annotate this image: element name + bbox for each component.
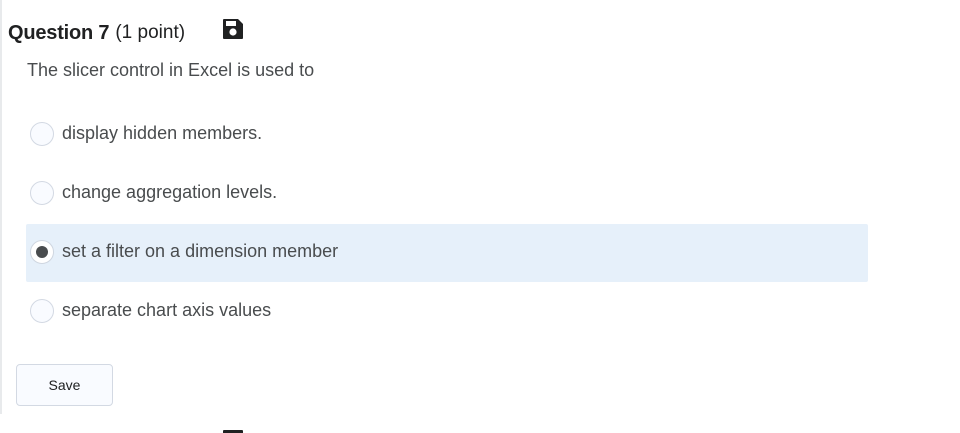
answer-label: separate chart axis values [62,300,272,320]
answer-option-selected[interactable]: set a filter on a dimension member [26,224,868,282]
answer-label: change aggregation levels. [62,182,278,202]
question-header: Question 7 (1 point) [8,18,185,48]
save-button[interactable]: Save [16,364,113,406]
answer-label: set a filter on a dimension member [62,241,339,261]
answer-label: display hidden members. [62,123,263,143]
answer-option[interactable]: change aggregation levels. [26,165,868,223]
question-prompt: The slicer control in Excel is used to [27,60,315,80]
left-divider [0,0,2,414]
question-points: (1 point) [115,22,186,43]
question-title: Question 7 [8,21,110,44]
answer-options: display hidden members. change aggregati… [26,106,868,342]
answer-option[interactable]: display hidden members. [26,106,868,164]
floppy-disk-icon[interactable] [221,17,245,41]
radio-button[interactable] [30,122,54,146]
radio-button-checked[interactable] [30,240,54,264]
radio-button[interactable] [30,181,54,205]
radio-button[interactable] [30,299,54,323]
answer-option[interactable]: separate chart axis values [26,283,868,341]
quiz-question-page: Question 7 (1 point) The slicer control … [0,0,960,433]
